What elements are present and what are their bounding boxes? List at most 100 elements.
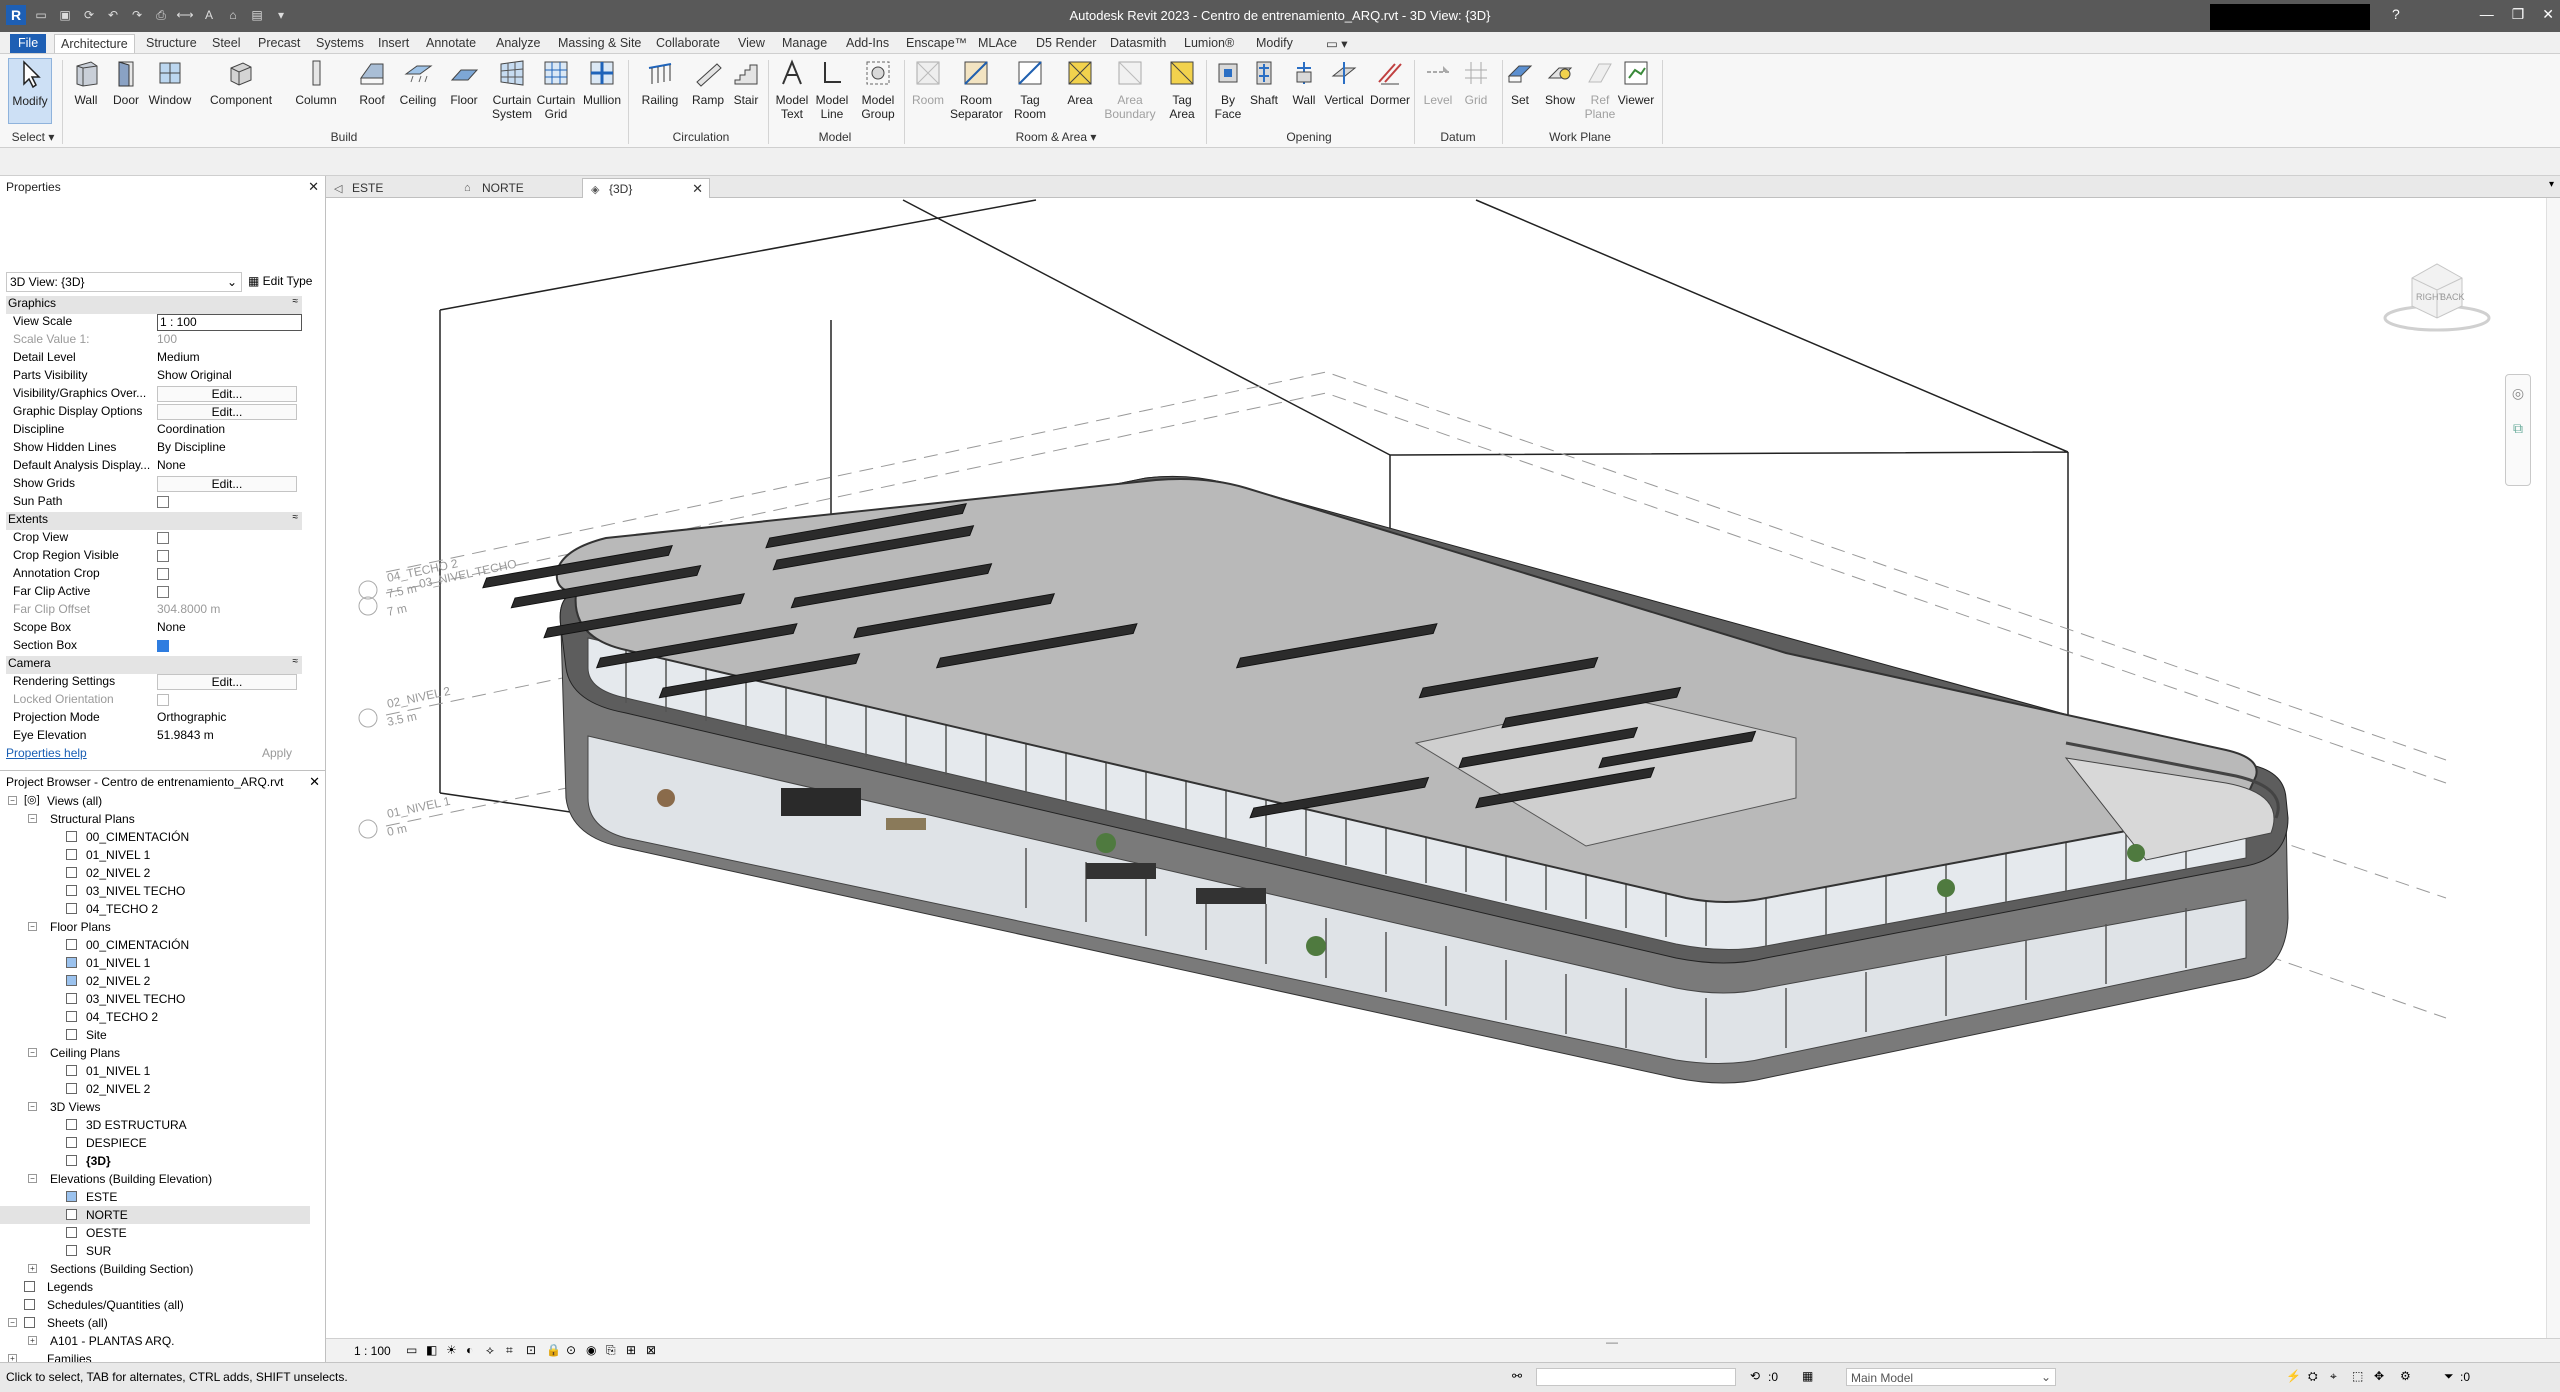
sun-path-checkbox[interactable]	[157, 496, 169, 508]
tree-leaf[interactable]: 03_NIVEL TECHO	[0, 882, 310, 900]
edit-button[interactable]: Edit...	[157, 404, 297, 420]
tree-node[interactable]: Legends	[0, 1278, 310, 1296]
3d-viewport[interactable]: 04_TECHO 2 7.5 m 03_NIVEL TECHO 7 m 02_N…	[326, 198, 2560, 1338]
component-button[interactable]: Component	[210, 58, 272, 107]
set-work-plane-button[interactable]: Set	[1498, 58, 1542, 107]
collapse-icon[interactable]: −	[8, 1318, 17, 1327]
help-icon[interactable]: ?	[2392, 6, 2400, 22]
tag-room-button[interactable]: Tag Room	[1008, 58, 1052, 121]
tree-leaf[interactable]: 00_CIMENTACIÓN	[0, 828, 310, 846]
worksets-icon[interactable]: ⚯	[1512, 1369, 1522, 1383]
model-text-button[interactable]: Model Text	[770, 58, 814, 121]
crop-region-icon[interactable]: ⊡	[526, 1343, 536, 1357]
tab-datasmith[interactable]: Datasmith	[1104, 34, 1172, 53]
view-scale-input[interactable]: 1 : 100	[150, 314, 302, 332]
expand-icon[interactable]: +	[28, 1336, 37, 1345]
prop-value[interactable]: None	[150, 458, 302, 476]
tree-leaf[interactable]: 01_NIVEL 1	[0, 1062, 310, 1080]
tab-insert[interactable]: Insert	[372, 34, 415, 53]
tab-norte[interactable]: ⌂ NORTE	[456, 178, 580, 198]
grid-button[interactable]: Grid	[1454, 58, 1498, 107]
editing-requests-icon[interactable]: ⟲	[1750, 1369, 1760, 1383]
tree-leaf[interactable]: 02_NIVEL 2	[0, 864, 310, 882]
view-scale-button[interactable]: 1 : 100	[354, 1344, 391, 1358]
group-select[interactable]: Select ▾	[8, 130, 58, 144]
prop-value[interactable]: By Discipline	[150, 440, 302, 458]
shadows-icon[interactable]: ◐	[466, 1343, 473, 1357]
tab-enscape[interactable]: Enscape™	[900, 34, 973, 53]
shaft-button[interactable]: Shaft	[1242, 58, 1286, 107]
reveal-hidden-icon[interactable]: ◉	[586, 1343, 596, 1357]
section-extents[interactable]: Extents ≈	[6, 512, 302, 530]
close-icon[interactable]: ✕	[2542, 6, 2554, 23]
prop-value[interactable]: None	[150, 620, 302, 638]
section-graphics[interactable]: Graphics ≈	[6, 296, 302, 314]
design-options-icon[interactable]: ▦	[1802, 1369, 1813, 1383]
area-button[interactable]: Area	[1058, 58, 1102, 107]
model-group-button[interactable]: Model Group	[856, 58, 900, 121]
far-clip-active-checkbox[interactable]	[157, 586, 169, 598]
tab-steel[interactable]: Steel	[206, 34, 247, 53]
modify-button[interactable]: Modify	[8, 58, 52, 124]
prop-value[interactable]: 1 : 100	[157, 314, 302, 331]
filter-icon[interactable]: ⏷	[2444, 1369, 2454, 1384]
stair-button[interactable]: Stair	[724, 58, 768, 107]
mullion-button[interactable]: Mullion	[580, 58, 624, 107]
wall-button[interactable]: Wall	[64, 58, 108, 107]
tree-leaf[interactable]: OESTE	[0, 1224, 310, 1242]
tab-modify[interactable]: Modify	[1250, 34, 1299, 53]
tree-leaf[interactable]: Site	[0, 1026, 310, 1044]
apply-button[interactable]: Apply	[262, 746, 292, 760]
collapse-icon[interactable]: −	[28, 1102, 37, 1111]
prop-value[interactable]: Medium	[150, 350, 302, 368]
prop-value[interactable]: Orthographic	[150, 710, 302, 728]
crop-view-checkbox[interactable]	[157, 532, 169, 544]
tree-leaf[interactable]: 03_NIVEL TECHO	[0, 990, 310, 1008]
edit-button[interactable]: Edit...	[157, 674, 297, 690]
crop-icon[interactable]: ⌗	[506, 1343, 513, 1358]
tab-systems[interactable]: Systems	[310, 34, 370, 53]
edit-type-button[interactable]: ▦ Edit Type	[248, 274, 312, 288]
ribbon-minimize-icon[interactable]: ▭ ▾	[1320, 34, 1354, 53]
group-room-area[interactable]: Room & Area ▾	[906, 130, 1206, 144]
tree-leaf[interactable]: ESTE	[0, 1188, 310, 1206]
tab-massing-site[interactable]: Massing & Site	[552, 34, 647, 53]
building-model[interactable]: 04_TECHO 2 7.5 m 03_NIVEL TECHO 7 m 02_N…	[326, 198, 2546, 1338]
type-selector-dropdown[interactable]: 3D View: {3D} ⌄	[6, 272, 242, 292]
select-by-face-icon[interactable]: ⬚	[2352, 1369, 2363, 1383]
tab-3d[interactable]: ◈ {3D} ✕	[582, 178, 710, 198]
tab-annotate[interactable]: Annotate	[420, 34, 482, 53]
tree-leaf[interactable]: 02_NIVEL 2	[0, 1080, 310, 1098]
user-account-redacted[interactable]	[2210, 4, 2370, 30]
dormer-button[interactable]: Dormer	[1368, 58, 1412, 107]
room-separator-button[interactable]: Room Separator	[950, 58, 1003, 121]
tab-file[interactable]: File	[10, 34, 47, 53]
tab-este[interactable]: ◁ ESTE	[326, 178, 450, 198]
expand-icon[interactable]: +	[28, 1264, 37, 1273]
restore-icon[interactable]: ❐	[2512, 6, 2525, 23]
tab-manage[interactable]: Manage	[776, 34, 833, 53]
tab-lumion[interactable]: Lumion®	[1178, 34, 1240, 53]
window-button[interactable]: Window	[148, 58, 192, 107]
sun-path-icon[interactable]: ☀	[446, 1343, 457, 1357]
curtain-system-button[interactable]: Curtain System	[490, 58, 534, 121]
tab-mlace[interactable]: MLAce	[972, 34, 1023, 53]
detail-level-icon[interactable]: ▭	[406, 1343, 417, 1357]
tree-node[interactable]: − Sheets (all)	[0, 1314, 310, 1332]
close-tab-icon[interactable]: ✕	[692, 181, 703, 197]
tab-d5-render[interactable]: D5 Render	[1030, 34, 1102, 53]
tree-leaf[interactable]: 3D ESTRUCTURA	[0, 1116, 310, 1134]
tree-leaf[interactable]: 01_NIVEL 1	[0, 846, 310, 864]
collapse-icon[interactable]: −	[28, 1174, 37, 1183]
render-icon[interactable]: ⟡	[486, 1343, 494, 1358]
section-box-checkbox[interactable]	[157, 640, 169, 652]
tree-leaf[interactable]: SUR	[0, 1242, 310, 1260]
tab-overflow-icon[interactable]: ▾	[2549, 179, 2554, 190]
tree-node[interactable]: − Floor Plans	[0, 918, 310, 936]
highlight-icon[interactable]: ⊠	[646, 1343, 656, 1357]
edit-button[interactable]: Edit...	[157, 476, 297, 492]
tree-node[interactable]: − Structural Plans	[0, 810, 310, 828]
tree-node[interactable]: + A101 - PLANTAS ARQ.	[0, 1332, 310, 1350]
tab-precast[interactable]: Precast	[252, 34, 306, 53]
tag-area-button[interactable]: Tag Area	[1160, 58, 1204, 121]
